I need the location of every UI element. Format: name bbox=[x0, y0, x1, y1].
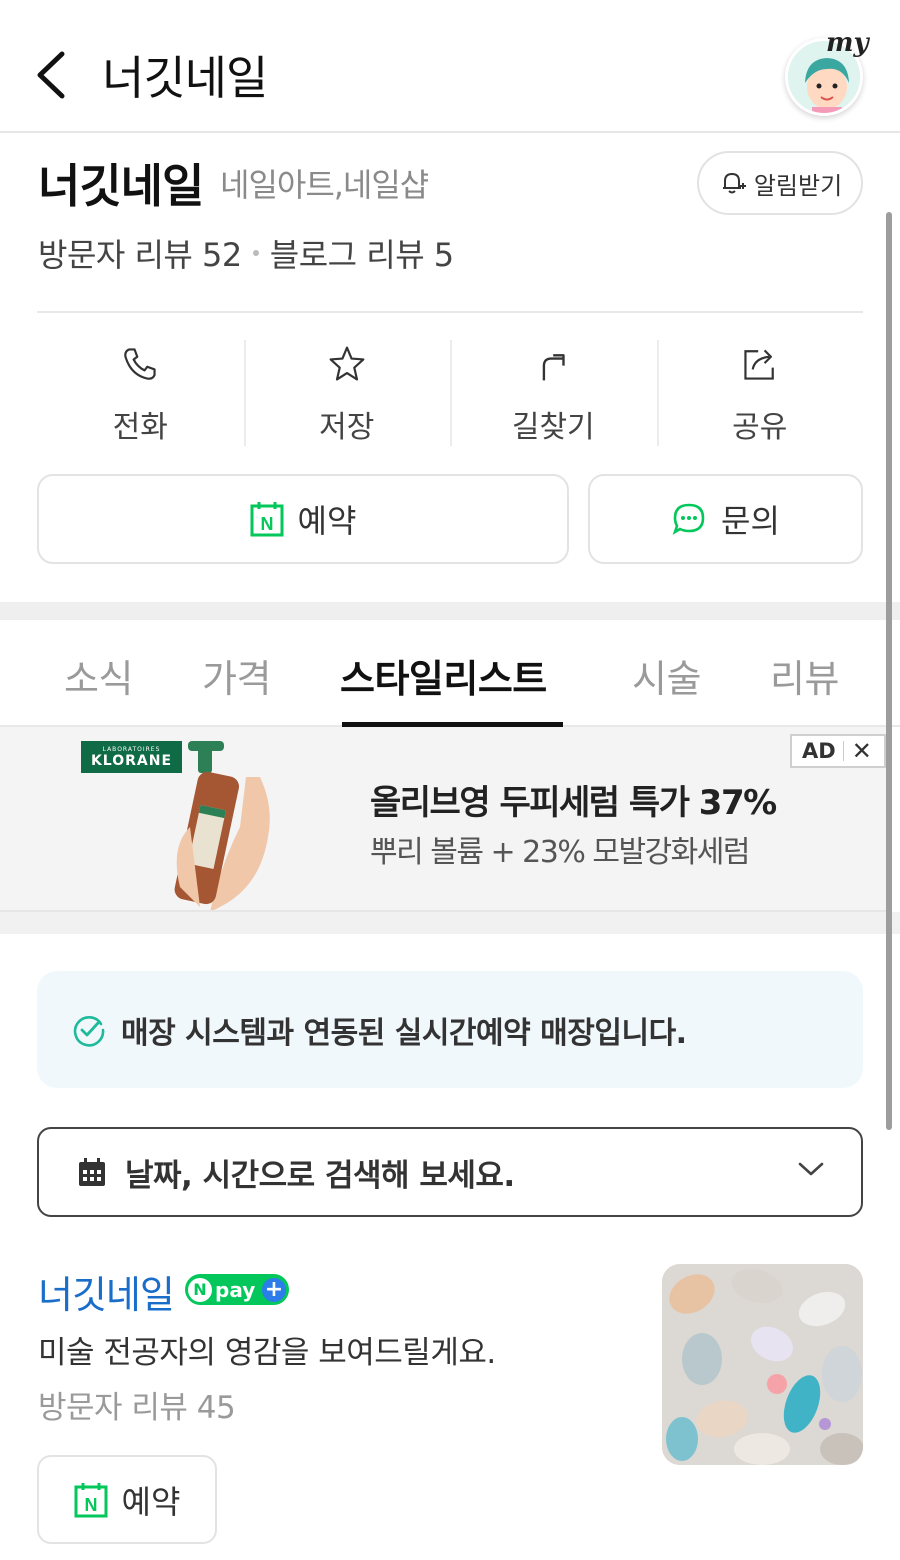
check-circle-icon bbox=[73, 1015, 105, 1047]
search-placeholder: 날짜, 시간으로 검색해 보세요. bbox=[125, 1157, 515, 1194]
naver-n-icon: N bbox=[188, 1277, 212, 1302]
svg-text:N: N bbox=[260, 514, 273, 534]
inquiry-label: 문의 bbox=[721, 502, 780, 540]
shop-book-button[interactable]: N 예약 bbox=[37, 1455, 217, 1544]
directions-button[interactable]: 길찾기 bbox=[450, 340, 657, 446]
tab-review[interactable]: 리뷰 bbox=[770, 648, 839, 703]
tab-treatment[interactable]: 시술 bbox=[632, 648, 701, 703]
book-label: 예약 bbox=[121, 1482, 181, 1521]
serum-bottle-image bbox=[174, 741, 270, 910]
shop-review-count: 방문자 리뷰 45 bbox=[38, 1390, 236, 1426]
alarm-label: 알림받기 bbox=[753, 171, 843, 200]
ad-banner[interactable]: LABORATOIRES KLORANE 올리브영 두피세럼 특가 37% 뿌리… bbox=[0, 727, 886, 912]
calendar-icon bbox=[79, 1158, 105, 1186]
tab-price[interactable]: 가격 bbox=[202, 648, 271, 703]
section-gap bbox=[0, 602, 900, 620]
divider bbox=[37, 311, 863, 313]
action-bar: 전화 저장 길찾기 공유 bbox=[37, 340, 863, 446]
separator-dot bbox=[252, 250, 259, 256]
tab-stylist[interactable]: 스타일리스트 bbox=[340, 648, 547, 703]
place-name: 너깃네일 bbox=[38, 159, 204, 213]
book-button[interactable]: N 예약 bbox=[37, 474, 569, 564]
share-button[interactable]: 공유 bbox=[656, 340, 864, 446]
visitor-reviews-link[interactable]: 방문자 리뷰 52 bbox=[38, 230, 242, 276]
my-label: my bbox=[826, 28, 869, 58]
npay-badge: N pay + bbox=[185, 1274, 289, 1305]
section-gap bbox=[0, 912, 900, 934]
directions-icon bbox=[542, 354, 565, 381]
nail-tips-image bbox=[662, 1264, 863, 1465]
ad-subtext: 뿌리 볼륨 + 23% 모발강화세럼 bbox=[370, 835, 750, 870]
review-summary: 방문자 리뷰 52 블로그 리뷰 5 bbox=[38, 230, 454, 276]
save-button[interactable]: 저장 bbox=[243, 340, 451, 446]
blog-reviews-link[interactable]: 블로그 리뷰 5 bbox=[270, 230, 454, 276]
shop-thumbnail[interactable] bbox=[662, 1264, 863, 1465]
tab-bar: 소식 가격 스타일리스트 시술 리뷰 bbox=[30, 620, 870, 726]
realtime-booking-notice: 매장 시스템과 연동된 실시간예약 매장입니다. bbox=[37, 971, 863, 1088]
page-title: 너깃네일 bbox=[102, 51, 268, 105]
plus-icon: + bbox=[262, 1277, 286, 1302]
tab-news[interactable]: 소식 bbox=[64, 648, 133, 703]
shop-description: 미술 전공자의 영감을 보여드릴게요. bbox=[38, 1335, 496, 1371]
npay-label: pay bbox=[215, 1277, 256, 1302]
book-label: 예약 bbox=[297, 502, 357, 540]
close-icon[interactable]: ✕ bbox=[844, 739, 872, 763]
chat-bubble-icon bbox=[672, 503, 705, 535]
call-button[interactable]: 전화 bbox=[37, 340, 244, 446]
top-bar: 너깃네일 my bbox=[0, 0, 900, 133]
svg-text:N: N bbox=[84, 1495, 97, 1515]
phone-icon bbox=[124, 348, 156, 380]
ad-label: AD bbox=[792, 741, 844, 762]
action-label: 저장 bbox=[319, 410, 375, 445]
inquiry-button[interactable]: 문의 bbox=[588, 474, 863, 564]
naver-booking-icon: N bbox=[74, 1482, 108, 1517]
action-label: 공유 bbox=[732, 410, 788, 445]
chevron-down-icon bbox=[798, 1162, 824, 1176]
naver-booking-icon: N bbox=[250, 502, 284, 537]
scrollbar[interactable] bbox=[886, 212, 892, 1130]
action-label: 전화 bbox=[112, 410, 168, 445]
ad-badge[interactable]: AD ✕ bbox=[790, 734, 886, 768]
action-label: 길찾기 bbox=[511, 410, 595, 445]
alarm-button[interactable]: 알림받기 bbox=[697, 151, 863, 215]
shop-name-link[interactable]: 너깃네일 bbox=[38, 1264, 175, 1319]
date-time-search-select[interactable]: 날짜, 시간으로 검색해 보세요. bbox=[37, 1127, 863, 1217]
share-icon bbox=[744, 349, 774, 380]
star-icon bbox=[329, 346, 365, 381]
back-arrow-icon[interactable] bbox=[30, 48, 74, 102]
notice-text: 매장 시스템과 연동된 실시간예약 매장입니다. bbox=[121, 1015, 687, 1051]
ad-headline: 올리브영 두피세럼 특가 37% bbox=[370, 783, 777, 823]
bell-plus-icon bbox=[722, 172, 746, 194]
place-category: 네일아트,네일샵 bbox=[220, 166, 429, 204]
